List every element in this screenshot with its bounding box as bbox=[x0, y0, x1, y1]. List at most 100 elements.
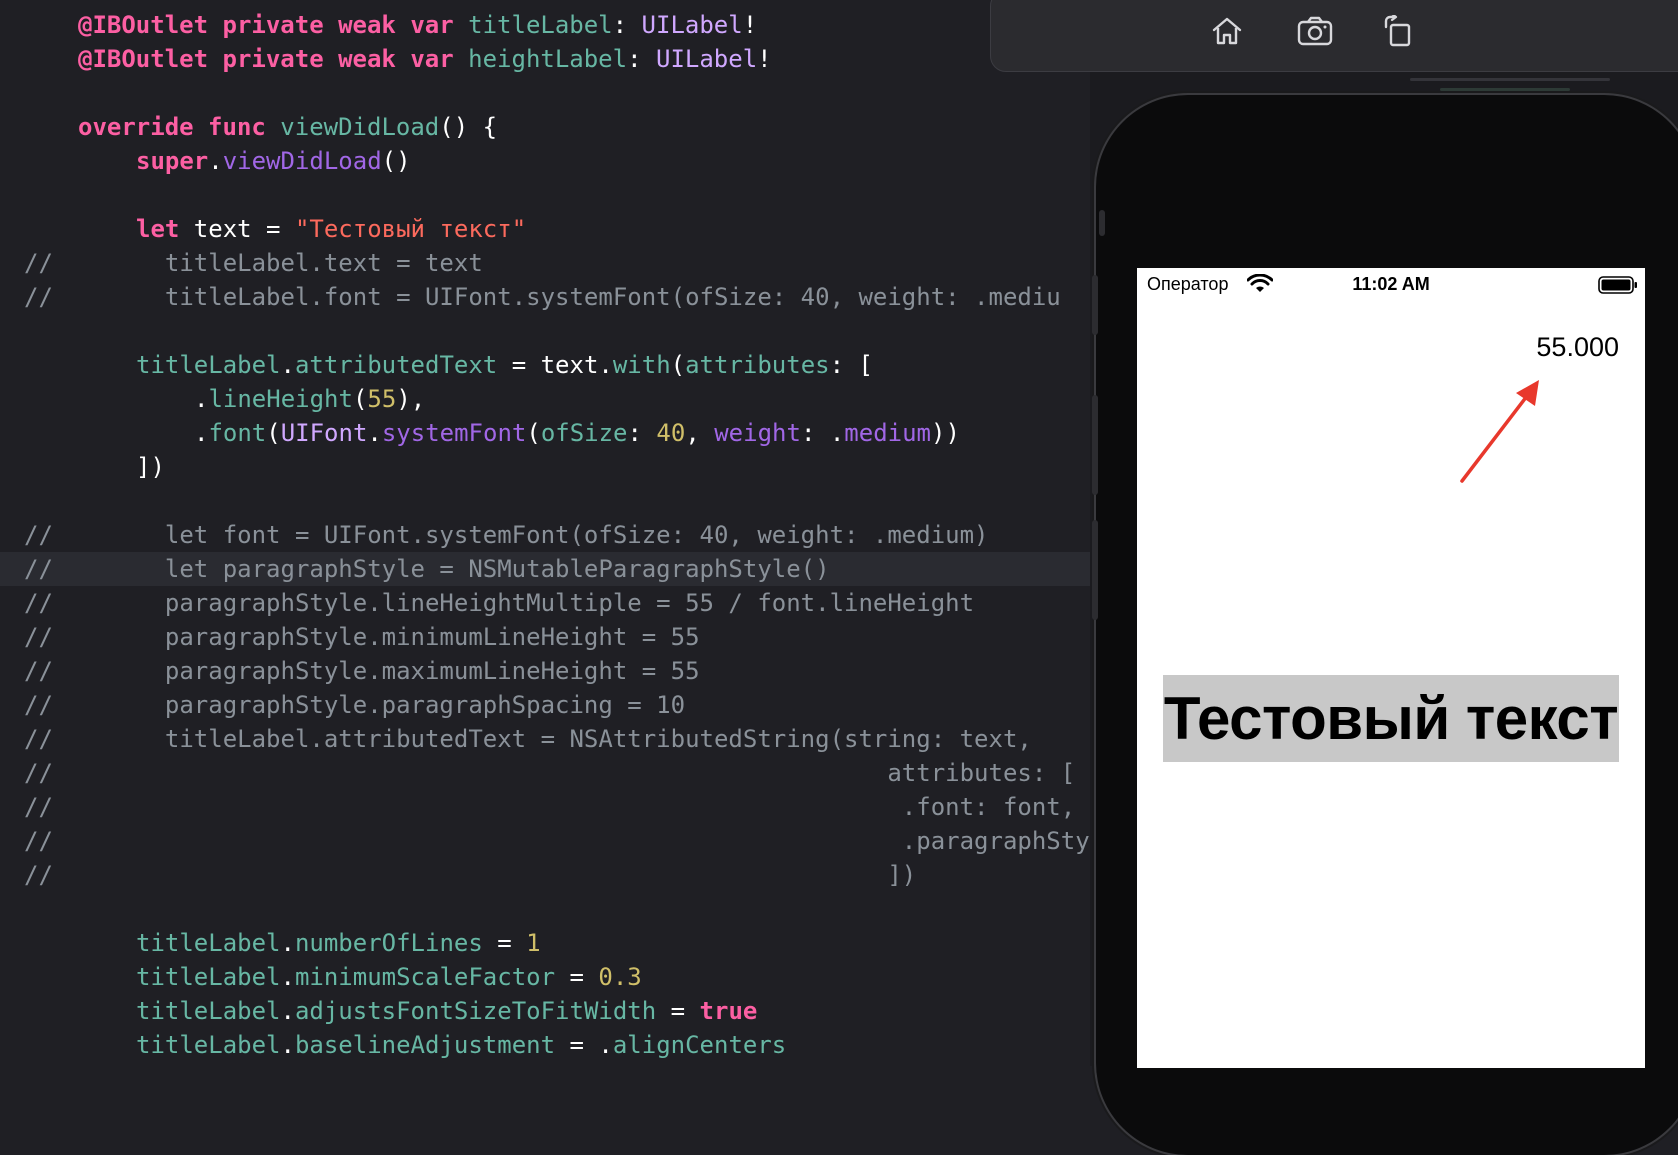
code-token: ]) bbox=[136, 861, 917, 889]
code-line[interactable]: super.viewDidLoad() bbox=[0, 144, 1090, 178]
code-line[interactable]: // .paragraphStyl bbox=[0, 824, 1090, 858]
code-text: let text = "Тестовый текст" bbox=[136, 212, 526, 246]
code-line[interactable]: // paragraphStyle.minimumLineHeight = 55 bbox=[0, 620, 1090, 654]
code-line[interactable]: titleLabel.numberOfLines = 1 bbox=[0, 926, 1090, 960]
code-line[interactable]: override func viewDidLoad() { bbox=[0, 110, 1090, 144]
height-label: 55.000 bbox=[1536, 332, 1619, 362]
code-line[interactable] bbox=[0, 484, 1090, 518]
code-token: font bbox=[208, 419, 267, 447]
code-line[interactable]: .font(UIFont.systemFont(ofSize: 40, weig… bbox=[0, 416, 1090, 450]
code-line[interactable]: titleLabel.baselineAdjustment = .alignCe… bbox=[0, 1028, 1090, 1062]
code-text: let paragraphStyle = NSMutableParagraphS… bbox=[136, 552, 830, 586]
code-line[interactable]: // titleLabel.text = text bbox=[0, 246, 1090, 280]
code-token: () bbox=[381, 147, 411, 175]
code-token: alignCenters bbox=[612, 1031, 787, 1059]
volume-down-button bbox=[1092, 395, 1098, 495]
code-line[interactable]: @IBOutlet private weak var titleLabel: U… bbox=[0, 8, 1090, 42]
code-line[interactable]: // let paragraphStyle = NSMutableParagra… bbox=[0, 552, 1090, 586]
code-token: titleLabel bbox=[468, 11, 613, 39]
screenshot-button[interactable] bbox=[1295, 13, 1335, 49]
code-line[interactable]: .lineHeight(55), bbox=[0, 382, 1090, 416]
code-token: titleLabel bbox=[136, 963, 281, 991]
code-token: ( bbox=[670, 351, 686, 379]
code-line[interactable]: ]) bbox=[0, 450, 1090, 484]
code-token: systemFont bbox=[381, 419, 527, 447]
code-line[interactable]: // paragraphStyle.lineHeightMultiple = 5… bbox=[0, 586, 1090, 620]
code-line[interactable]: // titleLabel.font = UIFont.systemFont(o… bbox=[0, 280, 1090, 314]
code-line[interactable] bbox=[0, 76, 1090, 110]
code-text: attributes: [ bbox=[136, 756, 1075, 790]
code-token: @IBOutlet private weak var bbox=[78, 11, 469, 39]
code-line[interactable]: titleLabel.attributedText = text.with(at… bbox=[0, 348, 1090, 382]
comment-marker: // bbox=[24, 555, 53, 583]
device-screen[interactable]: Оператор 11:02 AM 55.000 Тестовый текст bbox=[1137, 268, 1645, 1068]
code-line[interactable]: // titleLabel.attributedText = NSAttribu… bbox=[0, 722, 1090, 756]
code-token: titleLabel bbox=[136, 929, 281, 957]
code-token: baselineAdjustment bbox=[294, 1031, 556, 1059]
code-text: .lineHeight(55), bbox=[194, 382, 425, 416]
rotate-button[interactable] bbox=[1377, 13, 1417, 49]
comment-marker: // bbox=[24, 589, 53, 617]
code-token: numberOfLines bbox=[294, 929, 483, 957]
code-text: paragraphStyle.lineHeightMultiple = 55 /… bbox=[136, 586, 974, 620]
home-button[interactable] bbox=[1207, 13, 1247, 49]
code-editor[interactable]: @IBOutlet private weak var titleLabel: U… bbox=[0, 0, 1090, 1066]
code-token: attributes bbox=[685, 351, 830, 379]
code-text: let font = UIFont.systemFont(ofSize: 40,… bbox=[136, 518, 989, 552]
code-token: ofSize bbox=[540, 419, 628, 447]
code-token: = bbox=[482, 929, 527, 957]
code-line[interactable]: // let font = UIFont.systemFont(ofSize: … bbox=[0, 518, 1090, 552]
code-token: ( bbox=[352, 385, 368, 413]
code-line[interactable]: titleLabel.minimumScaleFactor = 0.3 bbox=[0, 960, 1090, 994]
code-text: paragraphStyle.paragraphSpacing = 10 bbox=[136, 688, 685, 722]
code-line[interactable] bbox=[0, 178, 1090, 212]
code-token: : bbox=[627, 419, 657, 447]
comment-marker: // bbox=[24, 623, 53, 651]
status-bar: Оператор 11:02 AM bbox=[1137, 268, 1645, 300]
battery-icon bbox=[1598, 276, 1637, 294]
code-line[interactable]: // paragraphStyle.paragraphSpacing = 10 bbox=[0, 688, 1090, 722]
code-token: : . bbox=[800, 419, 845, 447]
code-text: titleLabel.baselineAdjustment = .alignCe… bbox=[136, 1028, 786, 1062]
code-token: , bbox=[685, 419, 715, 447]
code-token: viewDidLoad bbox=[222, 147, 382, 175]
code-text: titleLabel.text = text bbox=[136, 246, 483, 280]
code-token: with bbox=[612, 351, 671, 379]
code-line[interactable]: // ]) bbox=[0, 858, 1090, 892]
code-text: titleLabel.attributedText = NSAttributed… bbox=[136, 722, 1032, 756]
home-icon bbox=[1212, 17, 1242, 45]
code-line[interactable]: // .font: font, bbox=[0, 790, 1090, 824]
code-token: () { bbox=[439, 113, 498, 141]
code-text: titleLabel.adjustsFontSizeToFitWidth = t… bbox=[136, 994, 757, 1028]
code-token: : [ bbox=[829, 351, 873, 379]
code-line[interactable] bbox=[0, 314, 1090, 348]
code-token: = . bbox=[555, 1031, 613, 1059]
code-line[interactable]: let text = "Тестовый текст" bbox=[0, 212, 1090, 246]
code-token: . bbox=[280, 963, 295, 991]
code-token: super bbox=[136, 147, 209, 175]
comment-marker: // bbox=[24, 657, 53, 685]
code-token: . bbox=[280, 351, 295, 379]
code-line[interactable] bbox=[0, 892, 1090, 926]
code-token: . bbox=[194, 419, 209, 447]
code-line[interactable]: // paragraphStyle.maximumLineHeight = 55 bbox=[0, 654, 1090, 688]
code-line[interactable]: titleLabel.adjustsFontSizeToFitWidth = t… bbox=[0, 994, 1090, 1028]
code-token: override func bbox=[78, 113, 281, 141]
code-token: UILabel bbox=[656, 45, 758, 73]
comment-marker: // bbox=[24, 249, 53, 277]
code-token: ( bbox=[266, 419, 281, 447]
code-token: .paragraphStyl bbox=[136, 827, 1090, 855]
comment-marker: // bbox=[24, 861, 53, 889]
code-token: paragraphStyle.paragraphSpacing = 10 bbox=[136, 691, 686, 719]
code-token: adjustsFontSizeToFitWidth bbox=[294, 997, 657, 1025]
code-text: ]) bbox=[136, 450, 165, 484]
code-text: @IBOutlet private weak var titleLabel: U… bbox=[78, 8, 757, 42]
code-line[interactable]: @IBOutlet private weak var heightLabel: … bbox=[0, 42, 1090, 76]
code-token: "Тестовый текст" bbox=[294, 215, 527, 243]
code-token: titleLabel bbox=[136, 351, 281, 379]
camera-icon bbox=[1297, 16, 1333, 46]
code-text: paragraphStyle.minimumLineHeight = 55 bbox=[136, 620, 700, 654]
red-arrow-icon bbox=[1460, 380, 1539, 483]
code-line[interactable]: // attributes: [ bbox=[0, 756, 1090, 790]
code-text: paragraphStyle.maximumLineHeight = 55 bbox=[136, 654, 700, 688]
